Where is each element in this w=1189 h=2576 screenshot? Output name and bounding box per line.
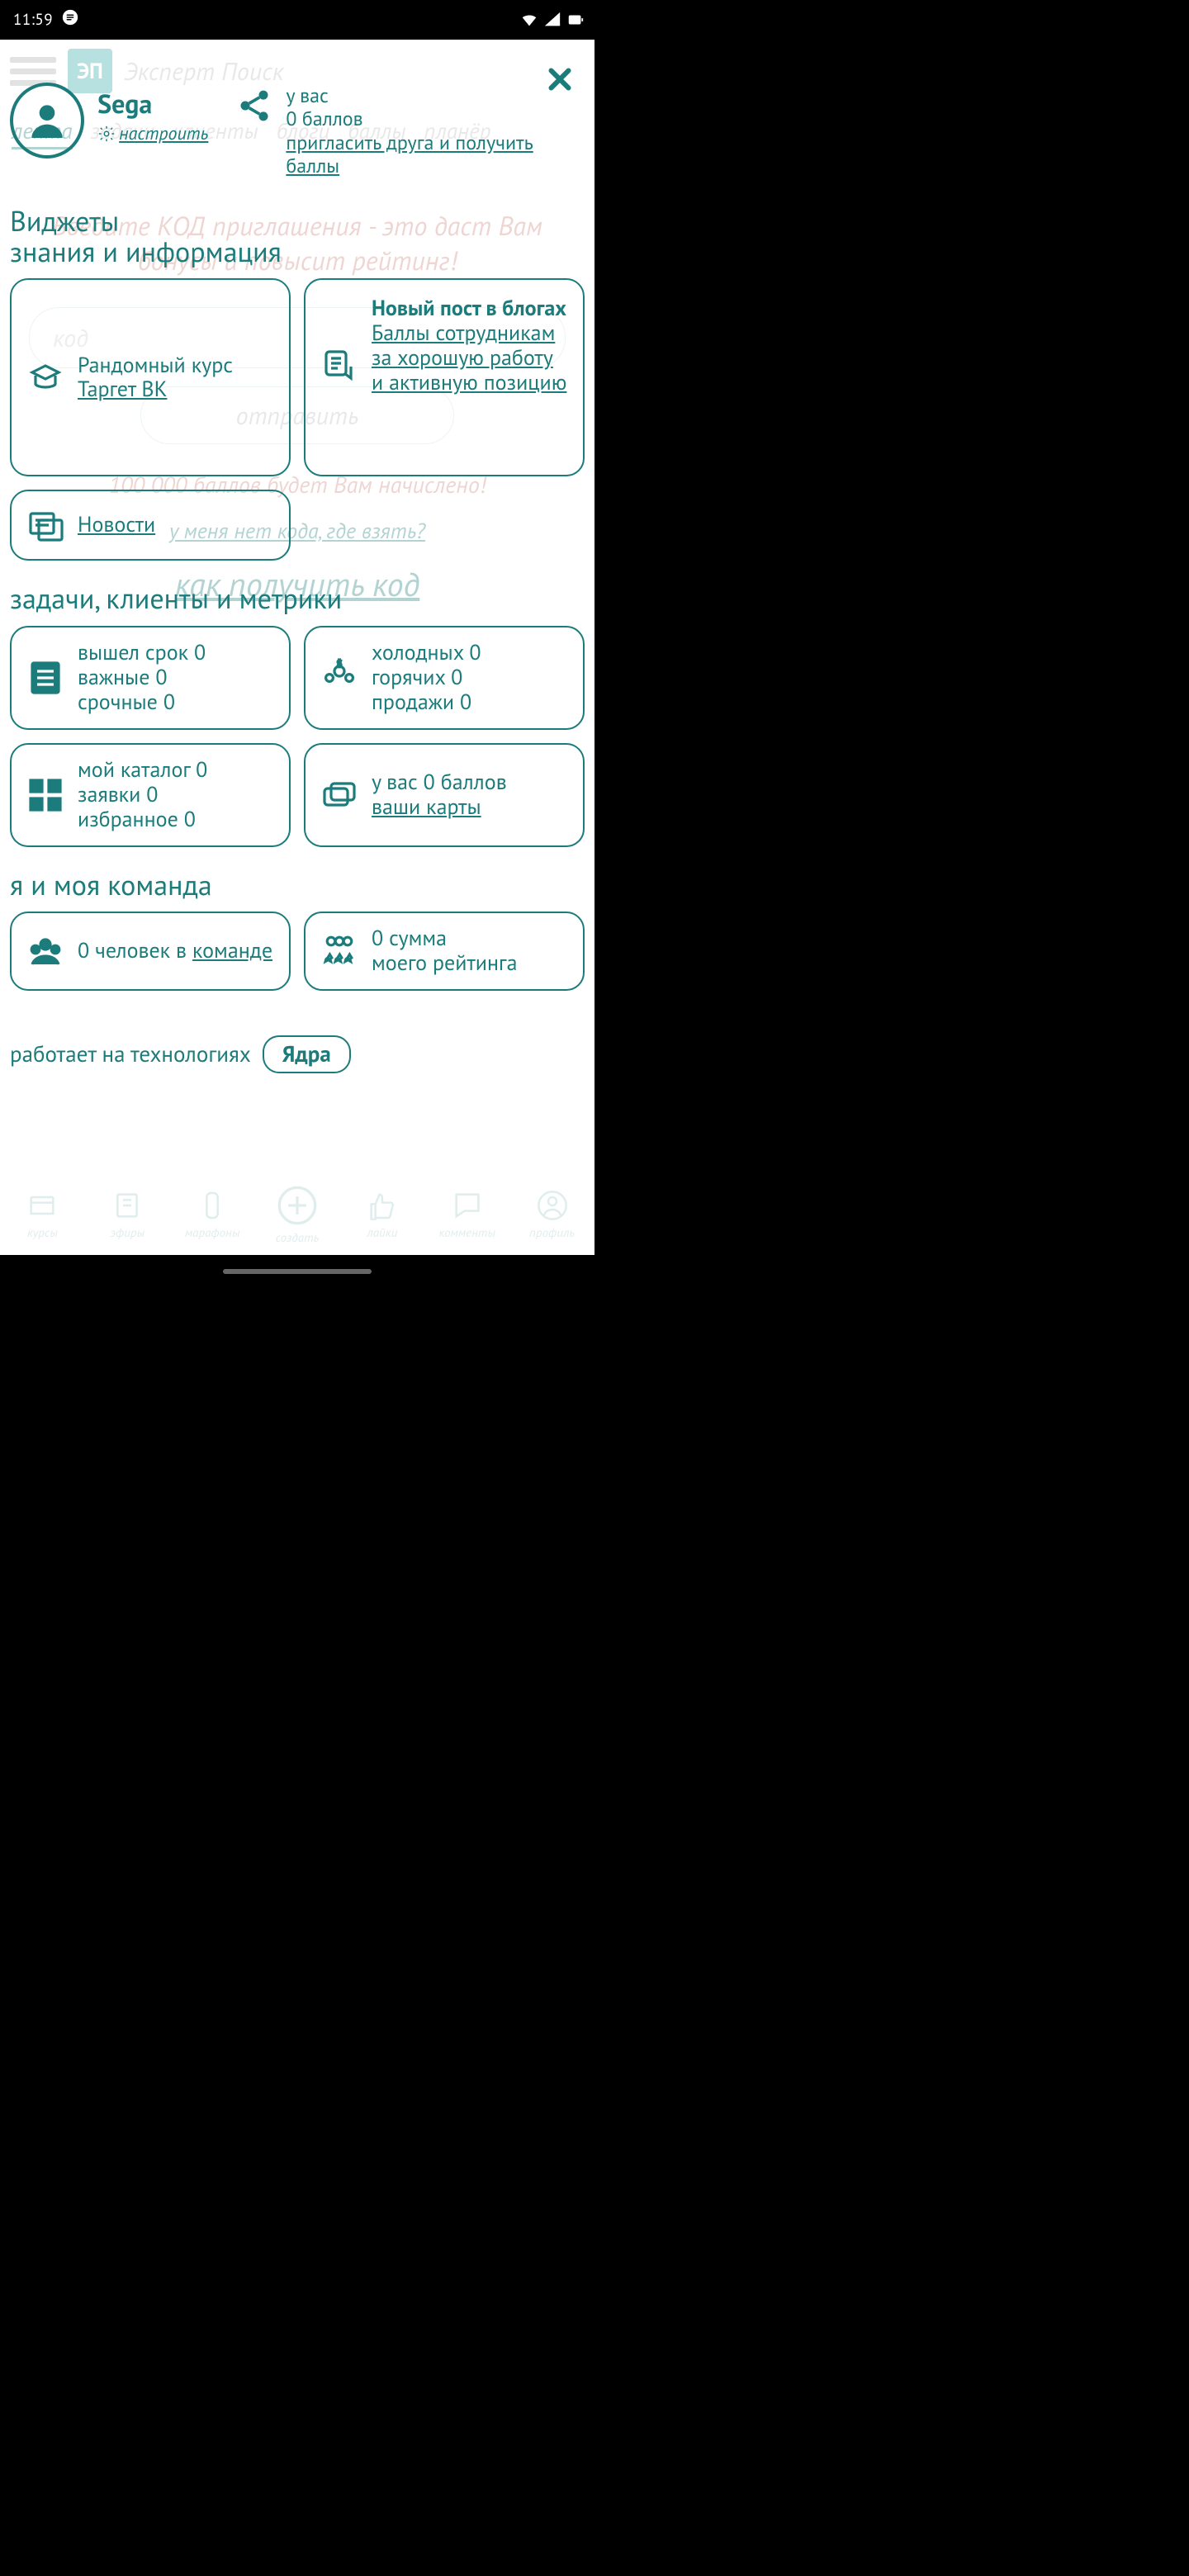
clients-cold: холодных 0 xyxy=(372,641,481,665)
wifi-icon xyxy=(520,11,538,29)
section-tasks-title: задачи, клиенты и метрики xyxy=(10,584,585,614)
signal-icon xyxy=(543,11,561,29)
team-icon xyxy=(25,930,66,972)
tech-prefix: работает на технологиях xyxy=(10,1040,251,1068)
team-link[interactable]: команде xyxy=(192,937,272,964)
clients-icon: $ xyxy=(319,657,360,698)
widget-points-cards[interactable]: у вас 0 баллов ваши карты xyxy=(304,743,585,847)
widget-blog-link[interactable]: Баллы сотрудникам за хорошую работу и ак… xyxy=(372,321,570,395)
catalog-count: мой каталог 0 xyxy=(78,758,207,783)
widget-news-link[interactable]: Новости xyxy=(78,513,155,537)
nav-home-pill[interactable] xyxy=(223,1269,372,1274)
rating-sum: 0 сумма xyxy=(372,926,518,951)
section-widgets-title: Виджеты знания и информация xyxy=(10,206,585,267)
section-team-title: я и моя команда xyxy=(10,870,585,901)
catalog-fav: избранное 0 xyxy=(78,807,207,832)
widget-course-title: Рандомный курс xyxy=(78,353,233,378)
widget-rating[interactable]: 0 сумма моего рейтинга xyxy=(304,912,585,991)
course-icon xyxy=(25,357,66,398)
points-label: у вас xyxy=(286,84,585,107)
avatar[interactable] xyxy=(10,83,84,159)
widget-random-course[interactable]: Рандомный курс Таргет ВК xyxy=(10,278,291,476)
status-time: 11:59 xyxy=(13,10,53,30)
rating-label: моего рейтинга xyxy=(372,951,518,976)
tech-pill[interactable]: Ядра xyxy=(263,1035,351,1073)
profile-name: Sega xyxy=(97,86,208,121)
blog-icon xyxy=(319,344,360,386)
widgets-overlay: Sega настроить у вас 0 баллов пригласить… xyxy=(0,40,594,1255)
widget-news[interactable]: Новости xyxy=(10,490,291,561)
share-icon[interactable] xyxy=(236,88,272,124)
widget-course-link[interactable]: Таргет ВК xyxy=(78,377,233,402)
news-icon xyxy=(25,504,66,546)
clients-sales: продажи 0 xyxy=(372,690,481,715)
checklist-icon xyxy=(25,657,66,698)
system-nav-bar xyxy=(0,1255,594,1288)
widget-blog-post[interactable]: Новый пост в блогах Баллы сотрудникам за… xyxy=(304,278,585,476)
tasks-important: важные 0 xyxy=(78,665,206,690)
gear-icon xyxy=(97,125,116,143)
close-button[interactable] xyxy=(542,61,578,97)
rating-icon xyxy=(319,930,360,972)
points-balance: у вас 0 баллов xyxy=(372,770,507,795)
catalog-requests: заявки 0 xyxy=(78,783,207,807)
status-notif-icon xyxy=(61,8,79,31)
svg-text:$: $ xyxy=(337,658,341,669)
tasks-urgent: срочные 0 xyxy=(78,690,206,715)
widget-catalog[interactable]: мой каталог 0 заявки 0 избранное 0 xyxy=(10,743,291,847)
widget-team-count[interactable]: 0 человек в команде xyxy=(10,912,291,991)
invite-friend-link[interactable]: пригласить друга и получить баллы xyxy=(286,131,585,178)
battery-icon xyxy=(566,11,585,29)
grid-icon xyxy=(25,774,66,816)
tasks-expired: вышел срок 0 xyxy=(78,641,206,665)
widget-clients[interactable]: $ холодных 0 горячих 0 продажи 0 xyxy=(304,626,585,730)
widget-tasks[interactable]: вышел срок 0 важные 0 срочные 0 xyxy=(10,626,291,730)
your-cards-link[interactable]: ваши карты xyxy=(372,795,507,820)
points-value: 0 баллов xyxy=(286,107,585,130)
settings-link[interactable]: настроить xyxy=(97,122,208,145)
clients-hot: горячих 0 xyxy=(372,665,481,690)
team-count: 0 человек в xyxy=(78,937,187,964)
cards-icon xyxy=(319,774,360,816)
widget-blog-title: Новый пост в блогах xyxy=(372,296,570,321)
